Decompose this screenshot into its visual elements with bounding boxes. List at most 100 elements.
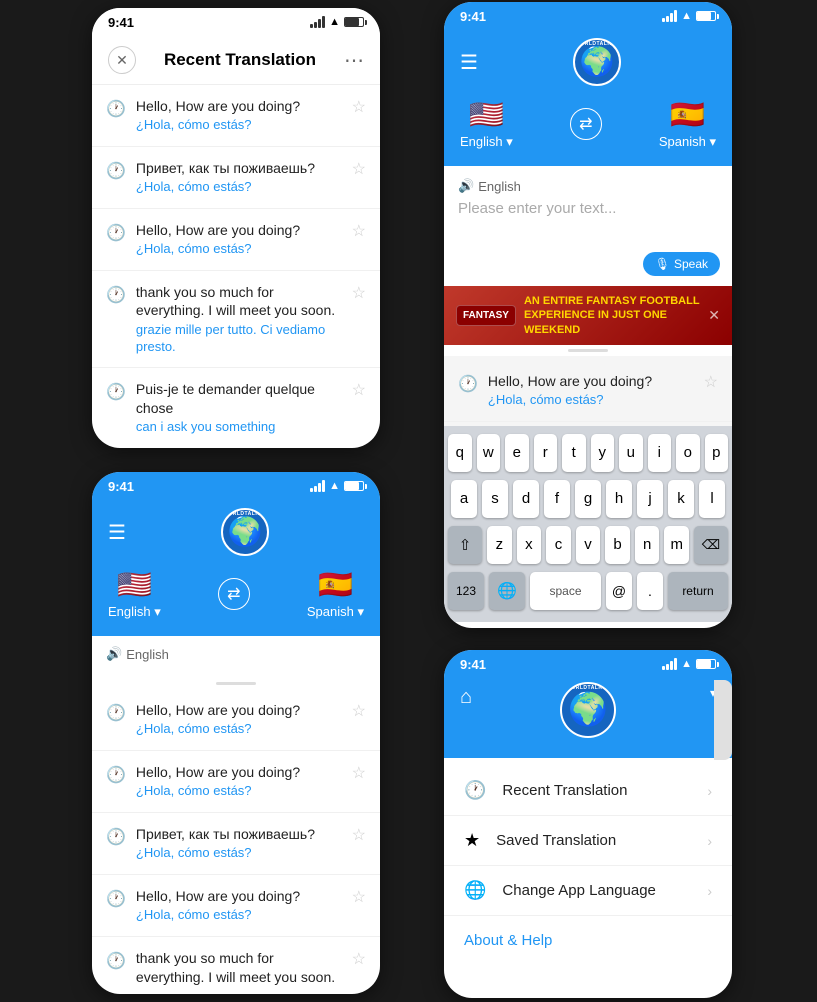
key-v[interactable]: v	[576, 526, 601, 564]
chevron-down-icon-3b: ▾	[709, 134, 716, 149]
key-f[interactable]: f	[544, 480, 570, 518]
logo-text-3: WORLDTALKS?	[575, 42, 619, 48]
menu-item-recent-translation[interactable]: 🕐 Recent Translation ›	[444, 766, 732, 816]
list-item[interactable]: 🕐 Hello, How are you doing? ¿Hola, cómo …	[92, 85, 380, 147]
chevron-right-icon: ›	[707, 833, 712, 849]
key-d[interactable]: d	[513, 480, 539, 518]
hamburger-menu-3[interactable]: ☰	[460, 50, 478, 75]
history-icon: 🕐	[106, 382, 126, 402]
key-o[interactable]: o	[676, 434, 700, 472]
ad-close-button[interactable]: ✕	[708, 307, 720, 324]
list-item[interactable]: 🕐 Hello, How are you doing? ¿Hola, cómo …	[92, 689, 380, 751]
app-logo-3: 🌍 WORLDTALKS?	[573, 38, 621, 86]
star-button[interactable]: ☆	[352, 949, 366, 969]
key-g[interactable]: g	[575, 480, 601, 518]
list-item[interactable]: 🕐 Hello, How are you doing? ¿Hola, cómo …	[444, 360, 732, 422]
list-item[interactable]: 🕐 Puis-je te demander quelque chose can …	[92, 368, 380, 448]
star-button[interactable]: ☆	[352, 380, 366, 400]
keyboard-row-1: q w e r t y u i o p	[448, 434, 728, 472]
key-n[interactable]: n	[635, 526, 660, 564]
numbers-key[interactable]: 123	[448, 572, 484, 610]
key-z[interactable]: z	[487, 526, 512, 564]
speak-button[interactable]: 🎙 Speak	[643, 252, 720, 276]
chevron-down-icon-3: ▾	[506, 134, 513, 149]
trans-original: Hello, How are you doing?	[136, 97, 342, 115]
translate-placeholder[interactable]: Please enter your text...	[458, 200, 718, 217]
swap-languages-button-2[interactable]: ⇄	[218, 578, 250, 610]
list-item[interactable]: 🕐 thank you so much for everything. I wi…	[92, 271, 380, 368]
translate-input-area[interactable]: 🔊 English Please enter your text... 🎙 Sp…	[444, 166, 732, 286]
key-q[interactable]: q	[448, 434, 472, 472]
shift-key[interactable]: ⇧	[448, 526, 482, 564]
at-key[interactable]: @	[606, 572, 632, 610]
globe-key[interactable]: 🌐	[489, 572, 525, 610]
status-icons-1: ▲	[310, 16, 364, 28]
key-x[interactable]: x	[517, 526, 542, 564]
period-key[interactable]: .	[637, 572, 663, 610]
star-button[interactable]: ☆	[352, 825, 366, 845]
star-button[interactable]: ☆	[704, 372, 718, 392]
star-button[interactable]: ☆	[352, 221, 366, 241]
star-button[interactable]: ☆	[352, 887, 366, 907]
trans-translated: grazie mille per tutto. Ci vediamo prest…	[136, 322, 342, 356]
status-time-1: 9:41	[108, 15, 134, 30]
list-item[interactable]: 🕐 Hello, How are you doing? ¿Hola, cómo …	[92, 209, 380, 271]
key-t[interactable]: t	[562, 434, 586, 472]
star-button[interactable]: ☆	[352, 763, 366, 783]
return-key[interactable]: return	[668, 572, 728, 610]
key-k[interactable]: k	[668, 480, 694, 518]
space-key[interactable]: space	[530, 572, 601, 610]
phone-2: 9:41 ▲ ☰ 🌍 WORLDTALKS?	[92, 472, 380, 994]
list-item[interactable]: 🕐 thank you so much for everything. I wi…	[92, 937, 380, 994]
key-i[interactable]: i	[648, 434, 672, 472]
list-item[interactable]: 🕐 Привет, как ты поживаешь? ¿Hola, cómo …	[92, 147, 380, 209]
key-r[interactable]: r	[534, 434, 558, 472]
hamburger-menu[interactable]: ☰	[108, 520, 126, 545]
ad-logo: FANTASY	[456, 305, 516, 326]
app-logo-4: 🌍 WORLDTALKS?	[560, 682, 616, 738]
ad-banner: FANTASY AN ENTIRE FANTASY FOOTBALL EXPER…	[444, 286, 732, 345]
lang-from-label-2: English ▾	[108, 604, 161, 620]
lang-from-item-2[interactable]: 🇺🇸 English ▾	[108, 568, 161, 620]
menu-item-label: Change App Language	[502, 882, 691, 899]
star-button[interactable]: ☆	[352, 159, 366, 179]
backspace-key[interactable]: ⌫	[694, 526, 728, 564]
scroll-indicator-3	[444, 345, 732, 356]
lang-to-item-3[interactable]: 🇪🇸 Spanish ▾	[659, 98, 716, 150]
key-w[interactable]: w	[477, 434, 501, 472]
key-c[interactable]: c	[546, 526, 571, 564]
list-item[interactable]: 🕐 Привет, как ты поживаешь? ¿Hola, cómo …	[92, 813, 380, 875]
key-a[interactable]: a	[451, 480, 477, 518]
star-button[interactable]: ☆	[352, 97, 366, 117]
keyboard-row-3: ⇧ z x c v b n m ⌫	[448, 526, 728, 564]
lang-from-item-3[interactable]: 🇺🇸 English ▾	[460, 98, 513, 150]
star-button[interactable]: ☆	[352, 701, 366, 721]
about-help-link[interactable]: About & Help	[444, 916, 732, 965]
home-button[interactable]: ⌂	[460, 686, 472, 709]
swap-languages-button-3[interactable]: ⇄	[570, 108, 602, 140]
list-item[interactable]: 🕐 Hello, How are you doing? ¿Hola, cómo …	[92, 751, 380, 813]
key-p[interactable]: p	[705, 434, 729, 472]
signal-icon-2	[310, 480, 325, 492]
key-e[interactable]: e	[505, 434, 529, 472]
key-b[interactable]: b	[605, 526, 630, 564]
lang-to-item-2[interactable]: 🇪🇸 Spanish ▾	[307, 568, 364, 620]
more-button[interactable]: ⋯	[344, 48, 364, 73]
key-y[interactable]: y	[591, 434, 615, 472]
key-s[interactable]: s	[482, 480, 508, 518]
history-icon: 🕐	[106, 703, 126, 723]
key-j[interactable]: j	[637, 480, 663, 518]
key-u[interactable]: u	[619, 434, 643, 472]
trans-original: Hello, How are you doing?	[136, 763, 342, 781]
close-button[interactable]: ✕	[108, 46, 136, 74]
menu-item-label: Saved Translation	[496, 832, 691, 849]
menu-item-saved-translation[interactable]: ★ Saved Translation ›	[444, 816, 732, 866]
signal-icon-3	[662, 10, 677, 22]
list-item[interactable]: 🕐 Hello, How are you doing? ¿Hola, cómo …	[92, 875, 380, 937]
trans-content: Hello, How are you doing? ¿Hola, cómo es…	[488, 372, 694, 409]
key-l[interactable]: l	[699, 480, 725, 518]
menu-item-change-language[interactable]: 🌐 Change App Language ›	[444, 866, 732, 916]
key-m[interactable]: m	[664, 526, 689, 564]
star-button[interactable]: ☆	[352, 283, 366, 303]
key-h[interactable]: h	[606, 480, 632, 518]
